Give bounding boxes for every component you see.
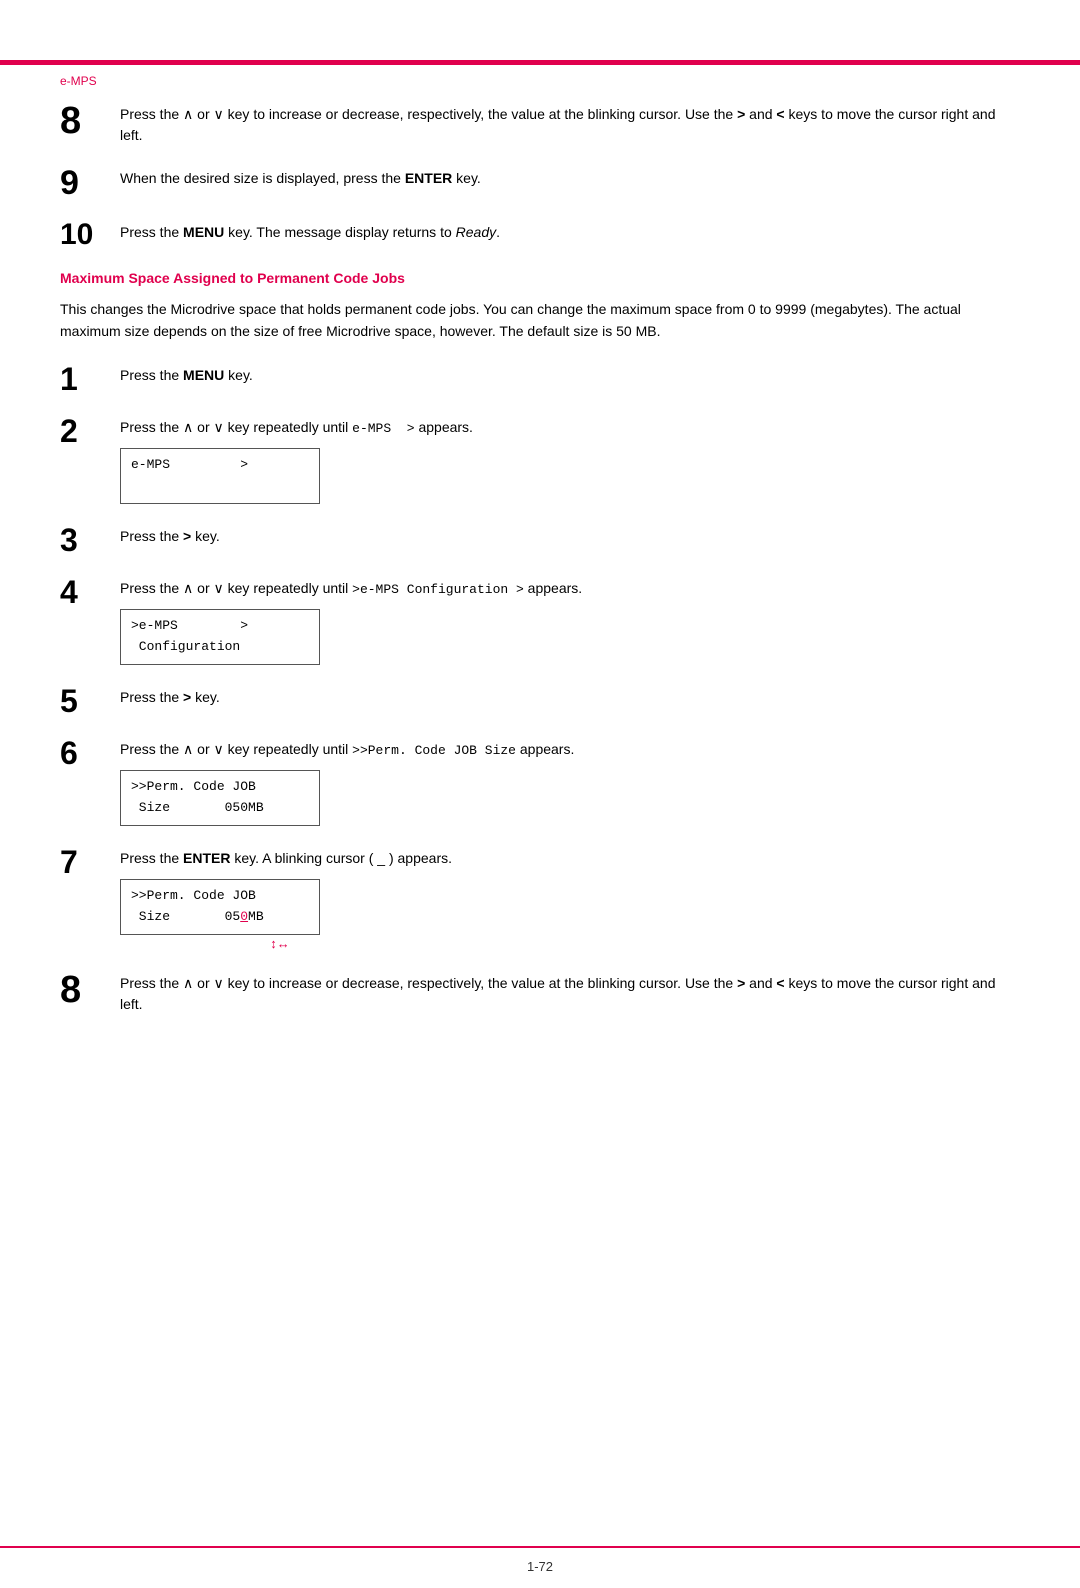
step-content-10: Press the MENU key. The message display … — [120, 218, 1020, 243]
step-text-10: Press the MENU key. The message display … — [120, 222, 1020, 243]
step-row-4: 4 Press the ∧ or ∨ key repeatedly until … — [60, 574, 1020, 665]
top-border — [0, 60, 1080, 65]
step-row-6: 6 Press the ∧ or ∨ key repeatedly until … — [60, 735, 1020, 826]
header-label: e-MPS — [60, 74, 97, 88]
step-row-8-top: 8 Press the ∧ or ∨ key to increase or de… — [60, 100, 1020, 146]
step-row-2: 2 Press the ∧ or ∨ key repeatedly until … — [60, 413, 1020, 504]
display-line2-2 — [131, 476, 309, 497]
step-content-5: Press the > key. — [120, 683, 1020, 708]
step-text-8-bottom: Press the ∧ or ∨ key to increase or decr… — [120, 973, 1020, 1015]
step-text-3: Press the > key. — [120, 526, 1020, 547]
section-heading: Maximum Space Assigned to Permanent Code… — [60, 270, 1020, 286]
display-box-7-wrapper: >>Perm. Code JOB Size 050MB ↕↔ — [120, 869, 320, 951]
step-number-7: 7 — [60, 844, 120, 878]
cursor-indicator: ↕↔ — [120, 935, 320, 951]
display-line2-6: Size 050MB — [131, 798, 309, 819]
step-content-2: Press the ∧ or ∨ key repeatedly until e-… — [120, 413, 1020, 504]
display-line2-4: Configuration — [131, 637, 309, 658]
step-text-6: Press the ∧ or ∨ key repeatedly until >>… — [120, 739, 1020, 761]
step-text-9: When the desired size is displayed, pres… — [120, 168, 1020, 189]
step-content-6: Press the ∧ or ∨ key repeatedly until >>… — [120, 735, 1020, 826]
display-box-2: e-MPS > — [120, 448, 320, 504]
display-box-4: >e-MPS > Configuration — [120, 609, 320, 665]
step-row-9: 9 When the desired size is displayed, pr… — [60, 164, 1020, 200]
step-number-3: 3 — [60, 522, 120, 556]
step-content-7: Press the ENTER key. A blinking cursor (… — [120, 844, 1020, 951]
step-content-8-bottom: Press the ∧ or ∨ key to increase or decr… — [120, 969, 1020, 1015]
step-row-5: 5 Press the > key. — [60, 683, 1020, 717]
body-text: This changes the Microdrive space that h… — [60, 298, 1020, 343]
step-number-9: 9 — [60, 164, 120, 200]
step-content-4: Press the ∧ or ∨ key repeatedly until >e… — [120, 574, 1020, 665]
step-row-3: 3 Press the > key. — [60, 522, 1020, 556]
step-content-9: When the desired size is displayed, pres… — [120, 164, 1020, 189]
cursor-arrows-icon: ↕↔ — [270, 936, 290, 951]
display-box-6: >>Perm. Code JOB Size 050MB — [120, 770, 320, 826]
step-number-8-top: 8 — [60, 100, 120, 140]
step-row-7: 7 Press the ENTER key. A blinking cursor… — [60, 844, 1020, 951]
bottom-border — [0, 1546, 1080, 1548]
display-line1-7: >>Perm. Code JOB — [131, 886, 309, 907]
step-text-8-top: Press the ∧ or ∨ key to increase or decr… — [120, 104, 1020, 146]
step-number-6: 6 — [60, 735, 120, 769]
step-text-7: Press the ENTER key. A blinking cursor (… — [120, 848, 1020, 869]
step-row-8-bottom: 8 Press the ∧ or ∨ key to increase or de… — [60, 969, 1020, 1015]
display-line1-6: >>Perm. Code JOB — [131, 777, 309, 798]
main-content: 8 Press the ∧ or ∨ key to increase or de… — [60, 60, 1020, 1015]
step-number-8-bottom: 8 — [60, 969, 120, 1009]
page-footer: 1-72 — [0, 1559, 1080, 1574]
step-content-3: Press the > key. — [120, 522, 1020, 547]
step-number-1: 1 — [60, 361, 120, 395]
display-line1-2: e-MPS > — [131, 455, 309, 476]
step-text-1: Press the MENU key. — [120, 365, 1020, 386]
step-number-5: 5 — [60, 683, 120, 717]
step-row-1: 1 Press the MENU key. — [60, 361, 1020, 395]
step-row-10: 10 Press the MENU key. The message displ… — [60, 218, 1020, 250]
step-text-4: Press the ∧ or ∨ key repeatedly until >e… — [120, 578, 1020, 600]
step-content-1: Press the MENU key. — [120, 361, 1020, 386]
display-box-7: >>Perm. Code JOB Size 050MB — [120, 879, 320, 935]
step-text-5: Press the > key. — [120, 687, 1020, 708]
display-line2-7: Size 050MB — [131, 907, 309, 928]
step-number-4: 4 — [60, 574, 120, 608]
page-header: e-MPS — [60, 72, 97, 88]
display-line1-4: >e-MPS > — [131, 616, 309, 637]
page-number: 1-72 — [527, 1559, 553, 1574]
step-text-2: Press the ∧ or ∨ key repeatedly until e-… — [120, 417, 1020, 439]
step-number-2: 2 — [60, 413, 120, 447]
step-number-10: 10 — [60, 218, 120, 250]
step-content-8-top: Press the ∧ or ∨ key to increase or decr… — [120, 100, 1020, 146]
